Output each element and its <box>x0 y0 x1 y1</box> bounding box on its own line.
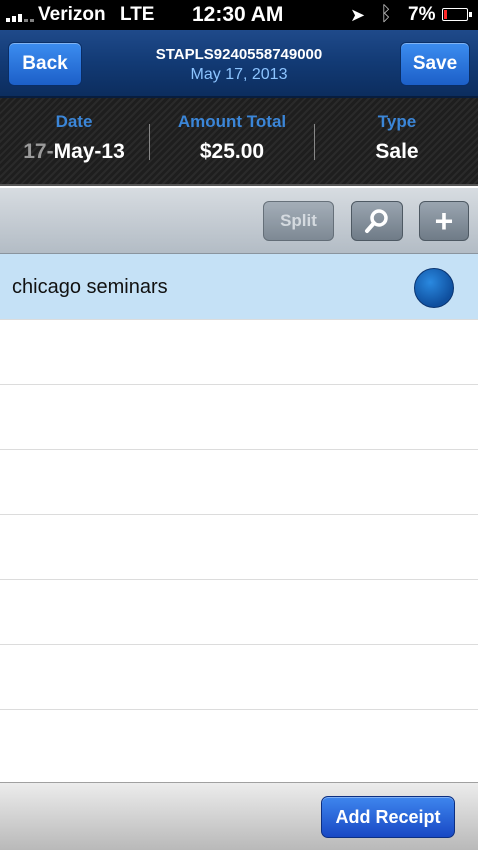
divider <box>314 124 315 160</box>
location-arrow-icon: ➤ <box>350 5 366 25</box>
split-button[interactable]: Split <box>263 201 334 241</box>
empty-row <box>0 645 478 710</box>
add-button[interactable]: + <box>419 201 469 241</box>
list-item-label: chicago seminars <box>12 276 168 298</box>
status-bar: Verizon LTE 12:30 AM ➤ ᛒ 7% <box>0 0 478 30</box>
transaction-id-title: STAPLS9240558749000 <box>155 46 323 63</box>
category-list: chicago seminars <box>0 254 478 775</box>
plus-icon: + <box>434 203 454 239</box>
amount-value: $25.00 <box>199 140 265 163</box>
selected-indicator-icon[interactable] <box>414 268 454 308</box>
empty-row <box>0 450 478 515</box>
back-button[interactable]: Back <box>8 42 82 86</box>
navigation-bar: Back STAPLS9240558749000 May 17, 2013 Sa… <box>0 30 478 98</box>
clock: 12:30 AM <box>192 3 284 26</box>
empty-row <box>0 515 478 580</box>
type-value: Sale <box>375 140 419 163</box>
date-label: Date <box>55 112 93 131</box>
date-month-year: May-13 <box>53 140 125 163</box>
empty-row <box>0 710 478 775</box>
empty-row <box>0 320 478 385</box>
type-label: Type <box>377 112 417 131</box>
empty-row <box>0 385 478 450</box>
date-day: 17- <box>23 140 54 163</box>
network-type: LTE <box>120 4 155 25</box>
transaction-summary: Date 17-May-13 Amount Total $25.00 Type … <box>0 98 478 186</box>
search-button[interactable] <box>351 201 403 241</box>
add-receipt-button[interactable]: Add Receipt <box>321 796 455 838</box>
signal-strength-icon <box>6 10 34 22</box>
empty-row <box>0 580 478 645</box>
type-column: Type Sale <box>316 98 478 184</box>
transaction-date-subtitle: May 17, 2013 <box>190 66 288 83</box>
toolbar: Split + <box>0 188 478 254</box>
search-icon <box>365 209 388 233</box>
bottom-toolbar: Add Receipt <box>0 782 478 850</box>
amount-label: Amount Total <box>177 112 287 131</box>
date-column: Date 17-May-13 <box>0 98 148 184</box>
list-item[interactable]: chicago seminars <box>0 254 478 320</box>
battery-icon <box>442 8 472 21</box>
amount-column: Amount Total $25.00 <box>150 98 314 184</box>
battery-percentage: 7% <box>408 4 436 25</box>
bluetooth-icon: ᛒ <box>380 3 392 25</box>
save-button[interactable]: Save <box>400 42 470 86</box>
carrier-name: Verizon <box>38 4 106 25</box>
date-value: 17-May-13 <box>0 140 148 164</box>
